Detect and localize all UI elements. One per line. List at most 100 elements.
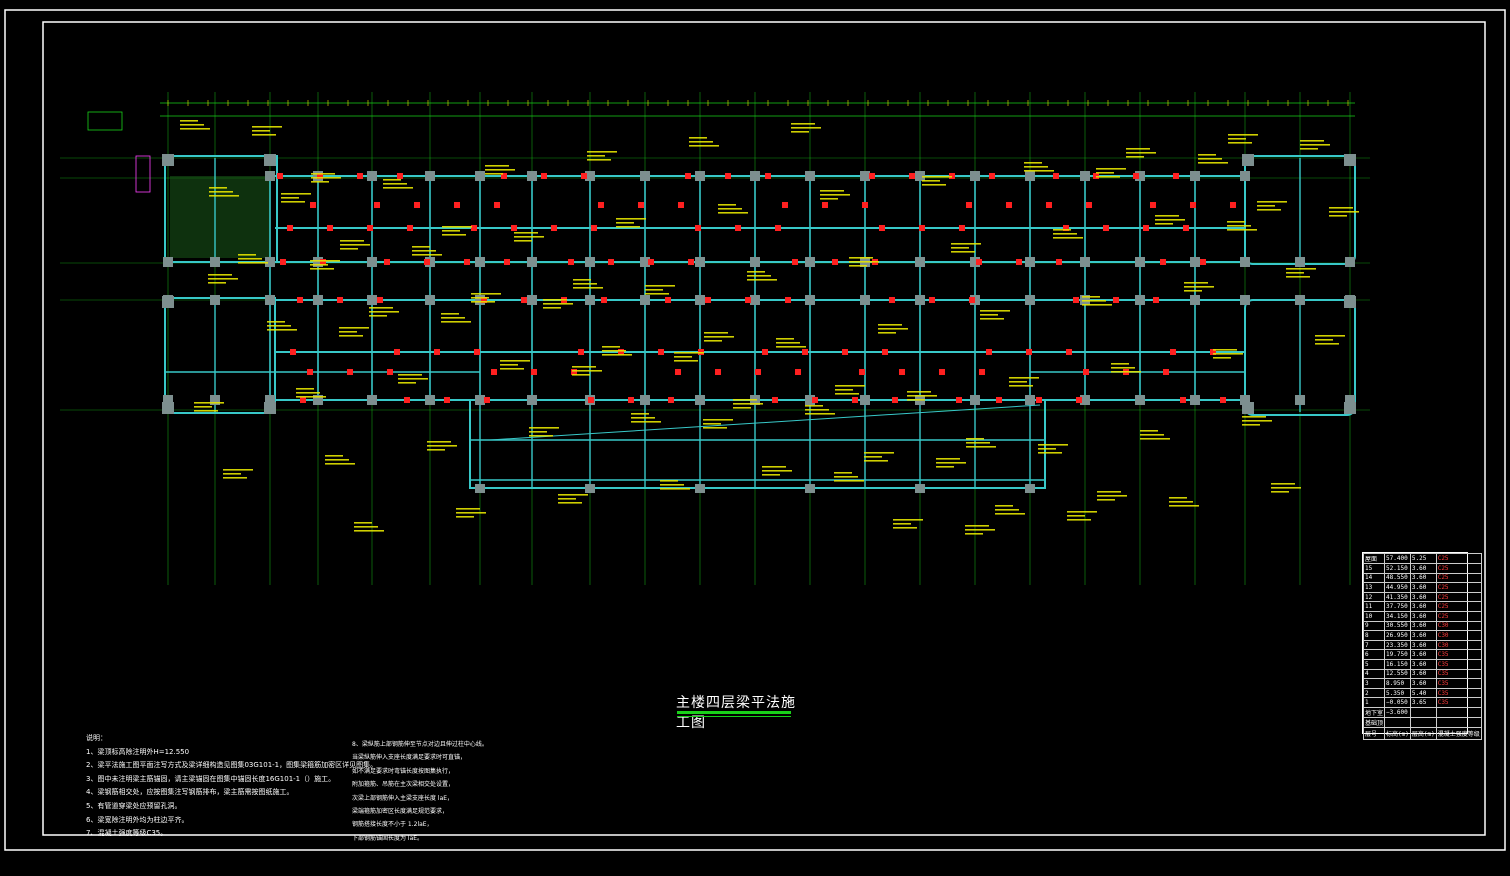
beam-label (1009, 377, 1039, 387)
beam-label (660, 480, 690, 490)
beam-label (791, 123, 821, 133)
label-stroke (412, 254, 442, 256)
beam-label (1271, 483, 1301, 493)
label-stroke (383, 183, 407, 185)
table-row: 6 19.750 3.60 C35 (1362, 649, 1482, 660)
label-stroke (471, 297, 489, 299)
table-cell: 5.25 (1409, 553, 1437, 564)
label-stroke (267, 321, 285, 323)
label-stroke (616, 226, 640, 228)
label-stroke (878, 324, 902, 326)
table-cell: C25 (1435, 553, 1482, 564)
beam-label (296, 388, 326, 398)
notes-heading: 说明： (86, 734, 107, 742)
label-stroke (1038, 452, 1062, 454)
label-stroke (660, 488, 690, 490)
note-item: 下部钢筋锚固长度为 laE。 (352, 834, 424, 842)
label-stroke (1140, 430, 1158, 432)
table-cell: 44.950 (1384, 582, 1411, 593)
label-stroke (834, 476, 858, 478)
beam-label (965, 525, 995, 535)
label-stroke (1227, 225, 1251, 227)
joint-marker (1073, 297, 1079, 303)
label-stroke (776, 338, 794, 340)
label-stroke (616, 218, 646, 220)
label-stroke (573, 287, 603, 289)
beam-label (820, 190, 850, 200)
label-stroke (267, 329, 297, 331)
label-stroke (485, 173, 503, 175)
label-stroke (1053, 233, 1077, 235)
label-stroke (704, 340, 722, 342)
joint-marker (852, 397, 858, 403)
label-stroke (835, 389, 853, 391)
table-row: 9 30.550 3.60 C30 (1362, 620, 1482, 632)
table-header-cell: 混凝土强度等级 (1435, 726, 1482, 740)
label-stroke (223, 469, 253, 471)
table-cell: 3.60 (1409, 582, 1437, 593)
joint-marker (1143, 225, 1149, 231)
label-stroke (995, 509, 1019, 511)
beam-label (718, 204, 748, 214)
table-cell: C25 (1435, 563, 1482, 574)
joint-marker (1200, 259, 1206, 265)
table-row: 8 26.950 3.60 C30 (1362, 630, 1482, 641)
label-stroke (223, 473, 241, 475)
beam-label (1111, 363, 1141, 373)
label-stroke (354, 522, 372, 524)
joint-marker (735, 225, 741, 231)
beam-label (1315, 335, 1345, 345)
table-row: 2 5.350 5.40 C35 (1362, 687, 1482, 699)
joint-marker (1016, 259, 1022, 265)
joint-marker (1230, 202, 1236, 208)
label-stroke (1126, 148, 1150, 150)
table-cell: 26.950 (1384, 630, 1411, 641)
joint-marker (959, 225, 965, 231)
general-notes-continued: 8、梁纵筋上部钢筋伸至节点对边且伸过柱中心线。 当梁纵筋伸入支座长度满足要求时可… (352, 738, 522, 845)
label-stroke (1038, 448, 1056, 450)
lower-wing (469, 399, 1046, 489)
table-cell: −0.050 (1384, 697, 1411, 708)
column (1240, 171, 1250, 181)
label-stroke (864, 460, 888, 462)
label-stroke (587, 151, 617, 153)
joint-marker (996, 397, 1002, 403)
label-stroke (1213, 349, 1237, 351)
label-stroke (1228, 142, 1252, 144)
label-stroke (572, 374, 590, 376)
label-stroke (893, 527, 917, 529)
beam-label (689, 137, 719, 147)
column (367, 171, 377, 181)
beam-label (1242, 416, 1272, 426)
joint-marker (1036, 397, 1042, 403)
joint-marker (765, 173, 771, 179)
label-stroke (383, 179, 401, 181)
table-cell: C35 (1435, 687, 1482, 699)
column (695, 295, 705, 305)
joint-marker (424, 259, 430, 265)
table-cell (1435, 706, 1482, 718)
column (1135, 395, 1145, 405)
joint-marker (665, 297, 671, 303)
table-row: 14 48.550 3.60 C25 (1362, 572, 1482, 584)
note-item: 4、梁钢筋相交处，应按图集注写钢筋排布，梁主筋需按图纸施工。 (86, 788, 294, 797)
label-stroke (1198, 158, 1222, 160)
label-stroke (747, 271, 765, 273)
joint-marker (277, 173, 283, 179)
note-item: 1、梁顶标高除注明外H=12.550 (86, 747, 190, 756)
label-stroke (805, 409, 829, 411)
label-stroke (514, 236, 544, 238)
column (915, 257, 925, 267)
beam-label (878, 324, 908, 334)
label-stroke (820, 198, 838, 200)
joint-marker (725, 173, 731, 179)
column (367, 295, 377, 305)
beam-label (252, 126, 282, 136)
joint-marker (1150, 202, 1156, 208)
beam-label (500, 360, 530, 370)
label-stroke (311, 173, 335, 175)
table-cell: 41.350 (1384, 591, 1411, 603)
label-stroke (252, 126, 282, 128)
table-cell: 3 (1362, 678, 1386, 689)
column (210, 257, 220, 267)
